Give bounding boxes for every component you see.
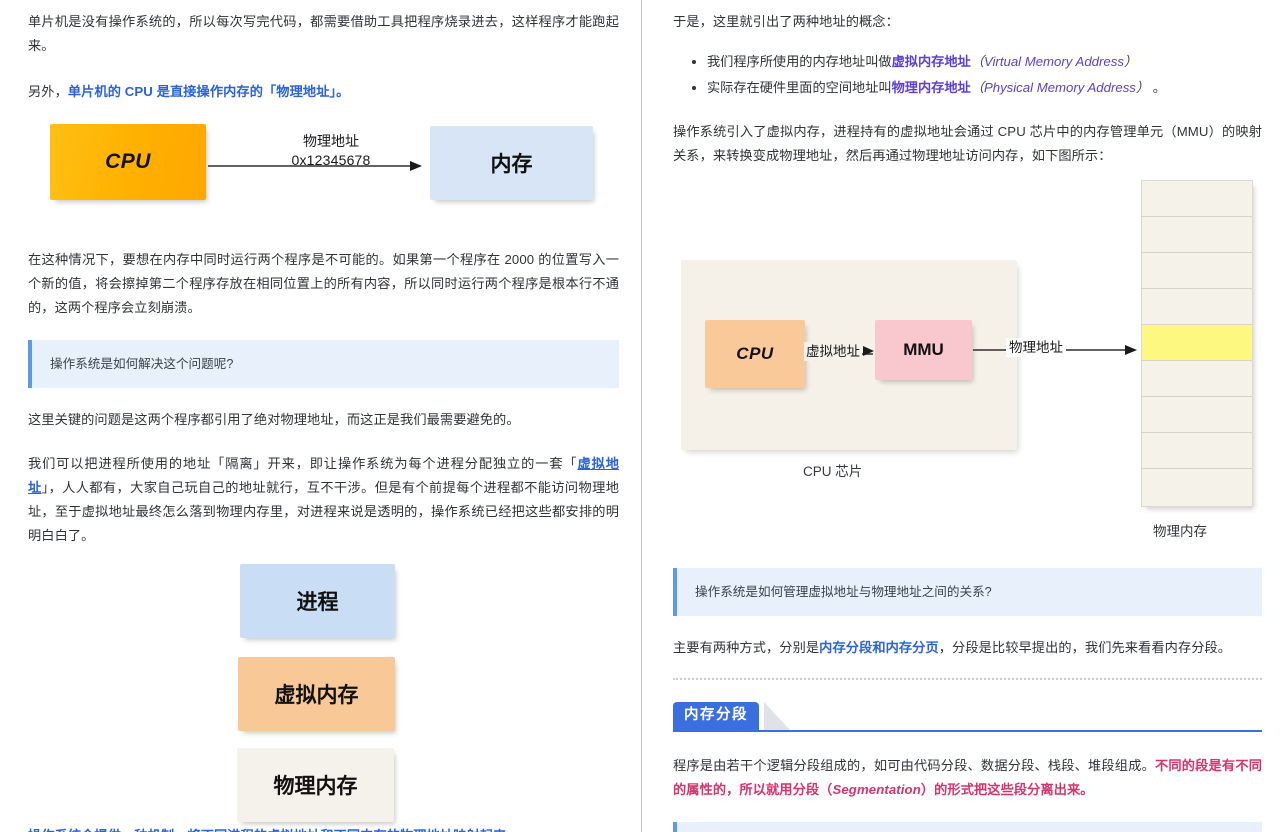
memory-cell-highlighted: [1142, 325, 1252, 361]
stack-box-virtual-memory: 虚拟内存: [238, 657, 395, 731]
stack-box-process: 进程: [240, 564, 395, 638]
highlight-mcu-cpu: 单片机的 CPU 是直接操作内存的「物理地址」。: [67, 84, 350, 99]
bullet-term: 物理内存地址: [891, 80, 971, 95]
document-page: 单片机是没有操作系统的，所以每次写完代码，都需要借助工具把程序烧录进去，这样程序…: [0, 0, 1284, 832]
highlight-segment-properties-b: ）的形式把这些段分离出来。: [920, 782, 1094, 797]
stack-box-virtual-memory-label: 虚拟内存: [274, 684, 359, 707]
memory-cell: [1142, 289, 1252, 325]
paragraph-isolation: 我们可以把进程所使用的地址「隔离」开来，即让操作系统为每个进程分配独立的一套「虚…: [28, 452, 619, 548]
paragraph-two-methods: 主要有两种方式，分别是内存分段和内存分页，分段是比较早提出的，我们先来看看内存分…: [673, 636, 1262, 660]
diagram-mmu-translation: CPU MMU 虚拟地址 物理地址 CPU 芯片 物理内存: [673, 172, 1262, 562]
diagram-memory-grid: [1141, 180, 1253, 507]
highlight-mapping: 操作系统会提供一种机制，将不同进程的虚拟地址和不同内存的物理地址映射起来。: [28, 828, 520, 832]
paragraph-mcu-intro: 单片机是没有操作系统的，所以每次写完代码，都需要借助工具把程序烧录进去，这样程序…: [28, 14, 619, 53]
edge-label-virtual: 虚拟地址: [806, 344, 860, 359]
text-part-b: ，分段是比较早提出的，我们先来看看内存分段。: [938, 640, 1232, 655]
bullet-text-a: 实际存在硬件里面的空间地址叫: [707, 80, 892, 95]
diagram-cpu-to-memory: CPU 物理地址 0x12345678 内存: [28, 118, 619, 228]
bullet-paren-close: ）: [1135, 80, 1150, 95]
diagram-edge-label-physical-address: 物理地址 0x12345678: [266, 132, 396, 170]
memory-cell: [1142, 361, 1252, 397]
blockquote-how-os-solves: 操作系统是如何解决这个问题呢?: [28, 340, 619, 388]
blockquote-segmentation-mapping: 分段机制下，虚拟地址和物理地址是如何映射的?: [673, 822, 1262, 832]
paragraph-absolute-address-issue: 这里关键的问题是这两个程序都引用了绝对物理地址，而这正是我们最需要避免的。: [28, 412, 520, 427]
bullet-english: Virtual Memory Address: [983, 54, 1124, 69]
diagram-caption-physical-memory: 物理内存: [1153, 524, 1207, 539]
paragraph-mapping-mechanism: 操作系统会提供一种机制，将不同进程的虚拟地址和不同内存的物理地址映射起来。: [28, 824, 619, 832]
diagram-edge-label-physical-address: 物理地址: [1006, 338, 1066, 357]
bullet-paren-close: ）: [1123, 54, 1138, 69]
heading-flag-icon: [764, 702, 790, 730]
left-column: 单片机是没有操作系统的，所以每次写完代码，都需要借助工具把程序烧录进去，这样程序…: [0, 0, 641, 832]
list-address-types: 我们程序所使用的内存地址叫做虚拟内存地址（Virtual Memory Addr…: [673, 50, 1262, 100]
edge-label-line2: 0x12345678: [291, 152, 371, 168]
paragraph-mcu-physical-address: 另外，单片机的 CPU 是直接操作内存的「物理地址」。: [28, 80, 619, 104]
diagram-box-memory-label: 内存: [490, 153, 533, 176]
list-item: 实际存在硬件里面的空间地址叫物理内存地址（Physical Memory Add…: [692, 76, 1262, 100]
diagram-edge-label-virtual-address: 虚拟地址: [804, 342, 862, 361]
stack-box-process-label: 进程: [296, 591, 339, 614]
memory-cell: [1142, 469, 1252, 504]
bullet-text-a: 我们程序所使用的内存地址叫做: [707, 54, 892, 69]
text-part-a: 程序是由若干个逻辑分段组成的，如可由代码分段、数据分段、栈段、堆段组成。: [673, 758, 1155, 773]
edge-label-physical: 物理地址: [1009, 340, 1063, 355]
highlight-segmentation-en: Segmentation: [832, 782, 921, 797]
blockquote-text: 操作系统是如何解决这个问题呢?: [50, 357, 234, 371]
stack-box-physical-memory: 物理内存: [237, 748, 394, 822]
diagram-caption-cpu-chip: CPU 芯片: [803, 464, 863, 479]
memory-cell: [1142, 217, 1252, 253]
bullet-term: 虚拟内存地址: [891, 54, 971, 69]
bullet-paren-open: （: [970, 54, 984, 69]
diagram-box-memory: 内存: [430, 126, 593, 200]
text-prefix: 另外，: [28, 84, 68, 99]
heading-tag-label: 内存分段: [673, 702, 759, 730]
edge-label-line1: 物理地址: [303, 133, 359, 149]
blockquote-text: 操作系统是如何管理虚拟地址与物理地址之间的关系?: [695, 585, 992, 599]
right-column: 于是，这里就引出了两种地址的概念： 我们程序所使用的内存地址叫做虚拟内存地址（V…: [641, 0, 1284, 832]
highlight-segmentation-paging: 内存分段和内存分页: [819, 640, 939, 655]
text-part-b: 」，人人都有，大家自己玩自己的地址就行，互不干涉。但是有个前提每个进程都不能访问…: [28, 480, 619, 543]
section-heading-memory-segmentation: 内存分段: [673, 702, 1262, 732]
paragraph-two-programs-conflict: 在这种情况下，要想在内存中同时运行两个程序是不可能的。如果第一个程序在 2000…: [28, 252, 619, 315]
paragraph-mmu-explanation: 操作系统引入了虚拟内存，进程持有的虚拟地址会通过 CPU 芯片中的内存管理单元（…: [673, 124, 1262, 163]
memory-cell: [1142, 253, 1252, 289]
blockquote-how-os-manages: 操作系统是如何管理虚拟地址与物理地址之间的关系?: [673, 568, 1262, 616]
text-part-a: 主要有两种方式，分别是: [673, 640, 820, 655]
bullet-paren-open: （: [970, 80, 984, 95]
paragraph-two-address-concepts: 于是，这里就引出了两种地址的概念：: [673, 14, 899, 29]
paragraph-logical-segments: 程序是由若干个逻辑分段组成的，如可由代码分段、数据分段、栈段、堆段组成。不同的段…: [673, 754, 1262, 802]
diagram-memory-stack: 进程 虚拟内存 物理内存: [28, 564, 619, 822]
memory-cell: [1142, 433, 1252, 469]
stack-box-physical-memory-label: 物理内存: [273, 775, 358, 798]
list-item: 我们程序所使用的内存地址叫做虚拟内存地址（Virtual Memory Addr…: [692, 50, 1262, 74]
bullet-tail: 。: [1149, 80, 1166, 95]
memory-cell: [1142, 181, 1252, 217]
text-part-a: 我们可以把进程所使用的地址「隔离」开来，即让操作系统为每个进程分配独立的一套「: [28, 456, 578, 471]
heading-underline: [673, 730, 1262, 732]
bullet-english: Physical Memory Address: [983, 80, 1136, 95]
memory-cell: [1142, 397, 1252, 433]
